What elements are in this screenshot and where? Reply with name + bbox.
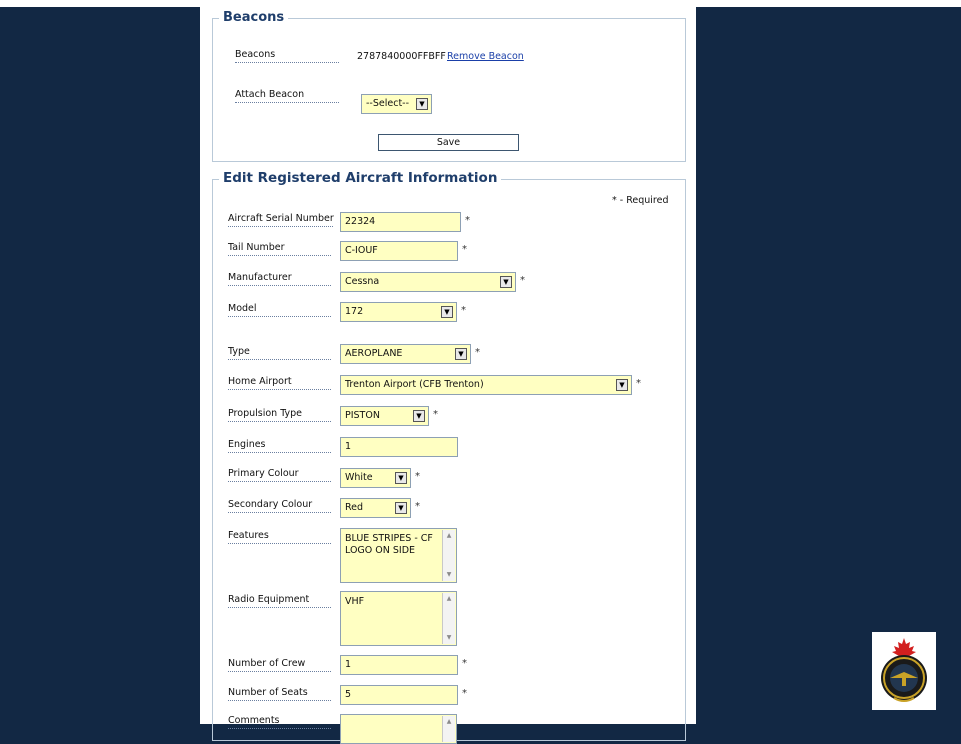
attach-beacon-label: Attach Beacon [235,89,339,103]
home-airport-required: * [636,378,641,389]
secondary-colour-required: * [415,501,420,512]
chevron-down-icon: ▼ [441,306,453,318]
attach-beacon-select[interactable]: --Select-- ▼ [361,94,432,114]
radio-value: VHF [345,596,365,607]
features-value: BLUE STRIPES - CF LOGO ON SIDE [345,533,433,556]
beacons-title: Beacons [219,10,289,25]
manufacturer-label: Manufacturer [228,272,331,286]
seats-label: Number of Seats [228,687,331,701]
home-airport-value: Trenton Airport (CFB Trenton) [345,379,484,390]
scroll-up-icon[interactable]: ▲ [443,531,455,541]
model-value: 172 [345,306,364,317]
comments-textarea[interactable]: ▲ [340,714,457,744]
scroll-down-icon[interactable]: ▼ [443,633,455,643]
type-select[interactable]: AEROPLANE ▼ [340,344,471,364]
primary-colour-select[interactable]: White ▼ [340,468,411,488]
scroll-up-icon[interactable]: ▲ [443,717,455,727]
comments-label: Comments [228,715,331,729]
chevron-down-icon: ▼ [455,348,467,360]
home-airport-select[interactable]: Trenton Airport (CFB Trenton) ▼ [340,375,632,395]
seats-input[interactable]: 5 [340,685,458,705]
crew-required: * [462,658,467,669]
tail-label: Tail Number [228,242,331,256]
model-label: Model [228,303,331,317]
crew-input[interactable]: 1 [340,655,458,675]
serial-label: Aircraft Serial Number [228,213,334,227]
secondary-colour-value: Red [345,502,364,513]
comments-scrollbar[interactable]: ▲ [442,716,455,742]
save-button[interactable]: Save [378,134,519,151]
tail-required: * [462,244,467,255]
chevron-down-icon: ▼ [413,410,425,422]
seats-required: * [462,688,467,699]
model-select[interactable]: 172 ▼ [340,302,457,322]
type-value: AEROPLANE [345,348,403,359]
features-textarea[interactable]: BLUE STRIPES - CF LOGO ON SIDE ▲ ▼ [340,528,457,583]
propulsion-select[interactable]: PISTON ▼ [340,406,429,426]
features-scrollbar[interactable]: ▲ ▼ [442,530,455,581]
tail-input[interactable]: C-IOUF [340,241,458,261]
secondary-colour-select[interactable]: Red ▼ [340,498,411,518]
serial-input[interactable]: 22324 [340,212,461,232]
required-note: * - Required [612,195,669,206]
radio-textarea[interactable]: VHF ▲ ▼ [340,591,457,646]
beacons-label: Beacons [235,49,339,63]
scroll-down-icon[interactable]: ▼ [443,570,455,580]
type-label: Type [228,346,331,360]
scroll-up-icon[interactable]: ▲ [443,594,455,604]
model-required: * [461,305,466,316]
chevron-down-icon: ▼ [416,98,428,110]
manufacturer-select[interactable]: Cessna ▼ [340,272,516,292]
features-label: Features [228,530,331,544]
chevron-down-icon: ▼ [500,276,512,288]
manufacturer-value: Cessna [345,276,380,287]
manufacturer-required: * [520,275,525,286]
radio-scrollbar[interactable]: ▲ ▼ [442,593,455,644]
primary-colour-label: Primary Colour [228,468,331,482]
remove-beacon-link[interactable]: Remove Beacon [447,51,524,62]
chevron-down-icon: ▼ [616,379,628,391]
home-airport-label: Home Airport [228,376,331,390]
engines-label: Engines [228,439,331,453]
propulsion-label: Propulsion Type [228,408,331,422]
propulsion-required: * [433,409,438,420]
edit-aircraft-title: Edit Registered Aircraft Information [219,170,502,186]
chevron-down-icon: ▼ [395,502,407,514]
propulsion-value: PISTON [345,410,380,421]
crew-label: Number of Crew [228,658,331,672]
radio-label: Radio Equipment [228,594,331,608]
beacon-id: 2787840000FFBFF [357,51,446,62]
attach-beacon-value: --Select-- [366,98,410,109]
top-border [0,0,961,7]
chevron-down-icon: ▼ [395,472,407,484]
primary-colour-value: White [345,472,373,483]
type-required: * [475,347,480,358]
maple-leaf-crest-icon [881,638,927,702]
primary-colour-required: * [415,471,420,482]
serial-required: * [465,215,470,226]
secondary-colour-label: Secondary Colour [228,499,331,513]
crest-logo [872,632,936,710]
engines-input[interactable]: 1 [340,437,458,457]
form-panel: Beacons Beacons 2787840000FFBFF Remove B… [200,7,696,744]
